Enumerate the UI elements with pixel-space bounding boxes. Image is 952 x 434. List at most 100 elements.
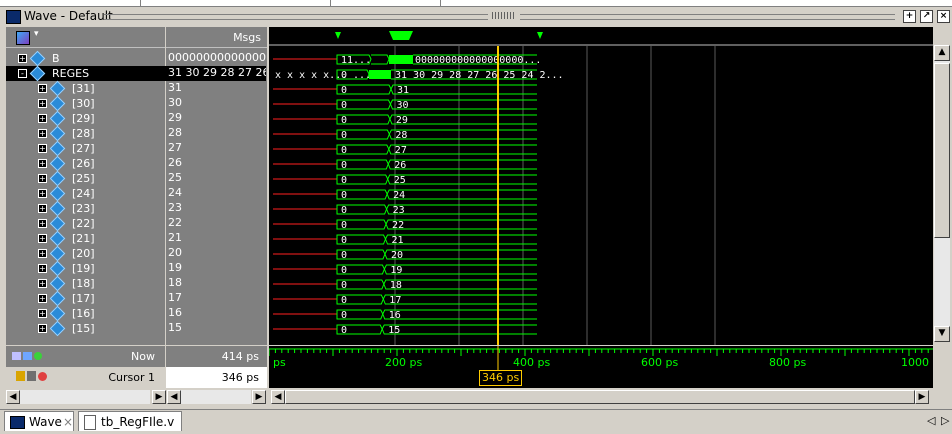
signal-value: 00000000000000... [168,51,266,64]
drag-handle[interactable] [492,12,516,19]
expand-icon[interactable]: + [38,264,47,273]
wave-hscroll-thumb[interactable] [285,390,915,404]
signal-row[interactable]: + [23] [6,200,172,217]
name-hscroll-track[interactable] [20,390,150,404]
signal-row[interactable]: + [27] [6,140,172,157]
now-label: Now [131,350,155,363]
now-toolbar-icons[interactable] [12,350,48,360]
bus-segment [384,249,537,260]
expand-icon[interactable]: + [38,129,47,138]
expand-icon[interactable]: + [38,99,47,108]
tab-scroll-left-icon[interactable]: ◁ [927,414,935,427]
scroll-left-icon[interactable]: ◀ [167,390,181,404]
expand-icon[interactable]: + [38,219,47,228]
expand-icon[interactable]: + [38,324,47,333]
cursor-label: Cursor 1 [108,371,155,384]
signal-row[interactable]: + [18] [6,275,172,292]
scroll-left-icon[interactable]: ◀ [6,390,20,404]
expand-icon[interactable]: + [38,144,47,153]
expand-icon[interactable]: + [38,159,47,168]
signal-value: 31 [168,81,182,94]
tab-tb-regfile-label: tb_RegFIle.v [101,415,175,429]
vertical-scrollbar[interactable]: ▲ ▼ [934,45,950,342]
cursor-row: Cursor 1 [6,367,165,388]
signal-row[interactable]: + [16] [6,305,172,322]
bus-segment [388,129,537,140]
expand-icon[interactable]: + [38,114,47,123]
signal-row[interactable]: + [28] [6,125,172,142]
signal-icon [49,125,66,142]
cursor-toolbar-icons[interactable] [16,371,52,383]
wave-pane[interactable]: 11... 000000000000000000... x x x x x... 0 … [269,27,933,345]
signal-icon [49,275,66,292]
expand-icon[interactable]: + [38,309,47,318]
expand-icon[interactable]: + [38,204,47,213]
chevron-down-icon[interactable]: ▾ [34,29,39,39]
signal-row[interactable]: + [25] [6,170,172,187]
tab-scroll-right-icon[interactable]: ▷ [941,414,949,427]
signal-name: [20] [72,247,95,260]
timeline[interactable]: ps 200 ps 400 ps 600 ps 800 ps 1000 346 ps [269,346,933,388]
scroll-down-icon[interactable]: ▼ [934,326,950,342]
undock-icon[interactable]: ↗ [920,10,933,23]
signal-row[interactable]: + [15] [6,320,172,337]
timeline-label: 1000 [901,356,929,369]
scroll-up-icon[interactable]: ▲ [934,45,950,61]
expand-icon[interactable]: + [38,84,47,93]
signal-row[interactable]: + [24] [6,185,172,202]
signal-row[interactable]: + [30] [6,95,172,112]
signal-name: [23] [72,202,95,215]
bus-segment [387,159,537,170]
expand-icon[interactable]: + [38,249,47,258]
signal-icon [49,110,66,127]
wave-canvas[interactable]: 11... 000000000000000000...x x x x x...0 … [269,27,933,345]
bus-label: 0 [341,325,347,336]
signal-row[interactable]: - REGES [6,65,172,82]
bus-label: 30 [396,100,408,111]
close-icon[interactable]: × [63,412,73,432]
value-hscroll-track[interactable] [181,390,251,404]
signal-row[interactable]: + [22] [6,215,172,232]
expand-icon[interactable]: + [18,54,27,63]
bus-segment [387,174,537,185]
signal-icon [49,260,66,277]
signal-name: [26] [72,157,95,170]
signal-icon [49,140,66,157]
expand-icon[interactable]: + [38,189,47,198]
signal-name: [31] [72,82,95,95]
marker-icon [389,31,413,40]
tab-tb-regfile[interactable]: tb_RegFIle.v [78,411,182,431]
expand-icon[interactable]: + [38,279,47,288]
scroll-right-icon[interactable]: ▶ [152,390,166,404]
collapse-icon[interactable]: - [18,69,27,78]
close-icon[interactable]: × [937,10,950,23]
tab-wave[interactable]: Wave × [4,411,74,431]
signal-row[interactable]: + [31] [6,80,172,97]
bus-label: 0 [341,220,347,231]
wave-hscrollbar[interactable]: ◀ ▶ [269,389,933,405]
signal-row[interactable]: + [19] [6,260,172,277]
expand-icon[interactable]: + [38,294,47,303]
expand-icon[interactable]: + [38,234,47,243]
signal-row[interactable]: + [20] [6,245,172,262]
scroll-right-icon[interactable]: ▶ [915,390,929,404]
scroll-thumb[interactable] [934,63,950,238]
signal-row[interactable]: + [26] [6,155,172,172]
signal-row[interactable]: + [21] [6,230,172,247]
bus-label: 24 [393,190,405,201]
signal-toolbar-icon[interactable] [16,31,30,45]
signal-name: [19] [72,262,95,275]
bus-segment [383,264,537,275]
signal-row[interactable]: + [29] [6,110,172,127]
signal-row[interactable]: + [17] [6,290,172,307]
signal-row[interactable]: + B [6,50,172,67]
scroll-right-icon[interactable]: ▶ [252,390,266,404]
dock-icon[interactable]: + [903,10,916,23]
cursor-value-box[interactable]: 346 ps [166,367,267,388]
value-pane-header: Msgs [166,27,267,48]
signal-value: 30 [168,96,182,109]
cursor-marker[interactable]: 346 ps [479,370,523,386]
scroll-left-icon[interactable]: ◀ [271,390,285,404]
signal-icon [29,50,46,67]
expand-icon[interactable]: + [38,174,47,183]
